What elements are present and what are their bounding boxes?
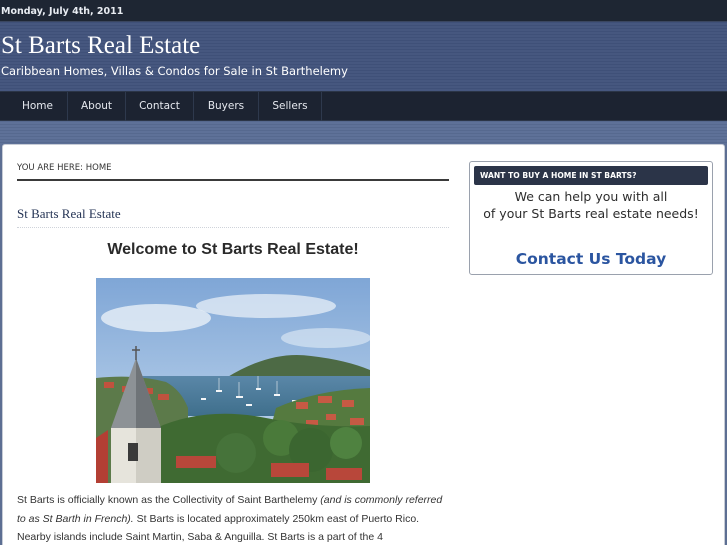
widget-text-line-1: We can help you with all: [514, 189, 668, 204]
widget-text-line-2: of your St Barts real estate needs!: [483, 206, 699, 221]
contact-us-link[interactable]: Contact Us Today: [470, 250, 712, 268]
nav-item-contact[interactable]: Contact: [126, 92, 194, 121]
nav-item-buyers[interactable]: Buyers: [194, 92, 259, 121]
harbor-photo: [96, 278, 370, 483]
nav-item-sellers[interactable]: Sellers: [259, 92, 322, 121]
nav-item-about[interactable]: About: [68, 92, 126, 121]
buy-home-widget: WANT TO BUY A HOME IN ST BARTS? We can h…: [469, 161, 713, 275]
welcome-heading: Welcome to St Barts Real Estate!: [107, 241, 359, 258]
site-description: Caribbean Homes, Villas & Condos for Sal…: [1, 64, 348, 78]
title-divider: [17, 227, 449, 228]
content-wrap: YOU ARE HERE: HOME St Barts Real Estate …: [2, 144, 725, 545]
site-header: St Barts Real Estate Caribbean Homes, Vi…: [0, 22, 727, 91]
post-body: St Barts is officially known as the Coll…: [17, 491, 449, 545]
site-title[interactable]: St Barts Real Estate: [1, 32, 200, 60]
header-band: [0, 121, 727, 145]
nav-item-home[interactable]: Home: [8, 92, 68, 121]
breadcrumb: YOU ARE HERE: HOME: [17, 163, 449, 181]
widget-title: WANT TO BUY A HOME IN ST BARTS?: [474, 166, 708, 185]
post-title[interactable]: St Barts Real Estate: [17, 206, 121, 222]
main-nav: Home About Contact Buyers Sellers: [0, 91, 727, 121]
date-bar: Monday, July 4th, 2011: [0, 0, 727, 22]
post-body-text-1: St Barts is officially known as the Coll…: [17, 494, 321, 506]
